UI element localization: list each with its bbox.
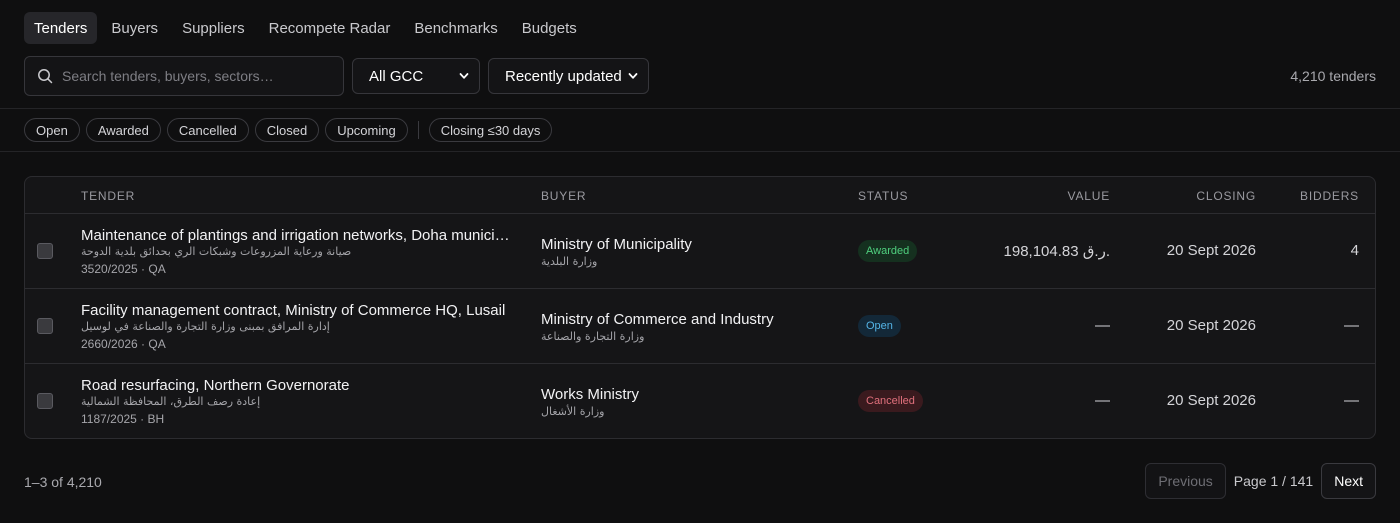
- status-badge: Awarded: [858, 240, 918, 262]
- buyer-name-arabic: وزارة الأشغال: [541, 405, 605, 418]
- tab-budgets[interactable]: Budgets: [512, 12, 587, 44]
- buyer-name-arabic: وزارة التجارة والصناعة: [541, 330, 645, 343]
- status-badge: Open: [858, 315, 901, 337]
- chip-upcoming[interactable]: Upcoming: [325, 118, 408, 142]
- sort-select-value: Recently updated: [505, 67, 622, 85]
- buyer-name-arabic: وزارة البلدية: [541, 255, 598, 268]
- tender-count: 4,210 tenders: [1290, 68, 1376, 84]
- search-box[interactable]: [24, 56, 344, 96]
- table-row[interactable]: Road resurfacing, Northern Governorate إ…: [25, 364, 1375, 438]
- sort-select[interactable]: Recently updated: [488, 58, 649, 94]
- col-value[interactable]: VALUE: [1068, 189, 1110, 203]
- search-icon: [38, 69, 53, 84]
- next-button[interactable]: Next: [1321, 463, 1376, 499]
- region-select-value: All GCC: [369, 67, 424, 85]
- tender-reference: 3520/2025 · QA: [81, 262, 166, 276]
- col-buyer[interactable]: BUYER: [541, 189, 586, 203]
- divider: [0, 151, 1400, 152]
- chevron-down-icon: [459, 73, 469, 79]
- tab-buyers[interactable]: Buyers: [101, 12, 168, 44]
- row-checkbox[interactable]: [37, 243, 53, 259]
- tender-title-arabic: إدارة المرافق بمبنى وزارة التجارة والصنا…: [81, 320, 330, 333]
- buyer-name[interactable]: Ministry of Municipality: [541, 236, 692, 253]
- table-row[interactable]: Facility management contract, Ministry o…: [25, 289, 1375, 364]
- chip-awarded[interactable]: Awarded: [85, 118, 161, 142]
- tender-title-arabic: إعادة رصف الطرق، المحافظة الشمالية: [81, 395, 261, 408]
- tender-title[interactable]: Facility management contract, Ministry o…: [81, 302, 511, 319]
- search-input[interactable]: [62, 68, 322, 84]
- buyer-name[interactable]: Ministry of Commerce and Industry: [541, 311, 774, 328]
- divider: [0, 108, 1400, 109]
- closing-date: 20 Sept 2026: [1166, 317, 1256, 334]
- chip-closed[interactable]: Closed: [254, 118, 320, 142]
- table-header: TENDER BUYER STATUS VALUE CLOSING BIDDER…: [25, 177, 1375, 214]
- tab-recompete-radar[interactable]: Recompete Radar: [259, 12, 401, 44]
- chevron-down-icon: [628, 73, 638, 79]
- col-status[interactable]: STATUS: [858, 189, 908, 203]
- col-tender[interactable]: TENDER: [81, 189, 135, 203]
- tender-value: —: [1095, 317, 1110, 334]
- table-row[interactable]: Maintenance of plantings and irrigation …: [25, 214, 1375, 289]
- closing-date: 20 Sept 2026: [1166, 242, 1256, 259]
- tender-value: —: [1095, 392, 1110, 409]
- row-checkbox[interactable]: [37, 393, 53, 409]
- chip-open[interactable]: Open: [24, 118, 80, 142]
- bidders-count: 4: [1350, 242, 1359, 259]
- closing-date: 20 Sept 2026: [1166, 392, 1256, 409]
- page-info: Page 1 / 141: [1233, 473, 1314, 489]
- results-range: 1–3 of 4,210: [24, 474, 102, 490]
- col-closing[interactable]: CLOSING: [1196, 189, 1256, 203]
- chip-separator: [417, 121, 419, 139]
- tender-value: 198,104.83 ر.ق.: [1003, 243, 1110, 260]
- filter-chips: Open Awarded Cancelled Closed Upcoming C…: [24, 118, 558, 142]
- chip-cancelled[interactable]: Cancelled: [166, 118, 249, 142]
- chip-closing-30-days[interactable]: Closing ≤30 days: [428, 118, 553, 142]
- bidders-count: —: [1344, 392, 1359, 409]
- top-nav: Tenders Buyers Suppliers Recompete Radar…: [24, 12, 591, 44]
- row-checkbox[interactable]: [37, 318, 53, 334]
- buyer-name[interactable]: Works Ministry: [541, 386, 639, 403]
- tender-title-arabic: صيانة ورعاية المزروعات وشبكات الري بحدائ…: [81, 245, 352, 258]
- toolbar: All GCC Recently updated 4,210 tenders: [24, 56, 1376, 96]
- tab-suppliers[interactable]: Suppliers: [172, 12, 255, 44]
- col-bidders[interactable]: BIDDERS: [1300, 189, 1359, 203]
- tenders-table: TENDER BUYER STATUS VALUE CLOSING BIDDER…: [24, 176, 1376, 439]
- tender-reference: 1187/2025 · BH: [81, 412, 165, 426]
- previous-button[interactable]: Previous: [1145, 463, 1226, 499]
- status-badge: Cancelled: [858, 390, 923, 412]
- tender-reference: 2660/2026 · QA: [81, 337, 166, 351]
- bidders-count: —: [1344, 317, 1359, 334]
- tab-tenders[interactable]: Tenders: [24, 12, 98, 44]
- region-select[interactable]: All GCC: [352, 58, 480, 94]
- tab-benchmarks[interactable]: Benchmarks: [404, 12, 507, 44]
- pagination: Previous Page 1 / 141 Next: [1145, 463, 1376, 499]
- tender-title[interactable]: Road resurfacing, Northern Governorate: [81, 377, 511, 394]
- tender-title[interactable]: Maintenance of plantings and irrigation …: [81, 227, 511, 244]
